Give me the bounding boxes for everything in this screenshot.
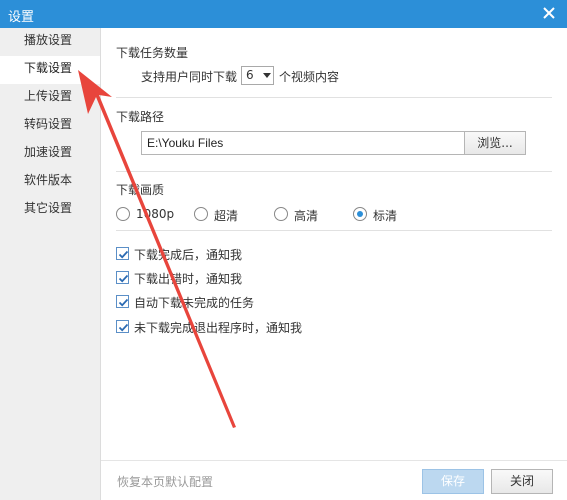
- checkbox-label: 自动下载未完成的任务: [134, 296, 255, 310]
- download-path-title: 下载路径: [116, 110, 165, 124]
- sidebar-item-label: 加速设置: [24, 145, 73, 159]
- download-quality-title: 下载画质: [116, 183, 165, 197]
- window-title: 设置: [8, 10, 35, 25]
- save-button[interactable]: 保存: [422, 469, 484, 494]
- sidebar-item-upload[interactable]: 上传设置: [0, 84, 100, 112]
- checkbox-checked-icon: [116, 271, 129, 284]
- radio-circle: [116, 207, 130, 221]
- radio-circle: [274, 207, 288, 221]
- checkbox-checked-icon: [116, 320, 129, 333]
- download-path-input[interactable]: [141, 131, 484, 155]
- radio-circle: [353, 207, 367, 221]
- restore-defaults-link[interactable]: 恢复本页默认配置: [117, 473, 213, 490]
- sidebar-item-download[interactable]: 下载设置: [0, 56, 100, 84]
- sidebar-item-label: 其它设置: [24, 201, 73, 215]
- checkbox-label: 下载出错时，通知我: [134, 272, 243, 286]
- checkbox-label: 下载完成后，通知我: [134, 248, 243, 262]
- radio-label: 标清: [373, 209, 398, 223]
- sidebar-item-acceleration[interactable]: 加速设置: [0, 140, 100, 168]
- radio-label: 高清: [294, 209, 319, 223]
- checkbox-checked-icon: [116, 295, 129, 308]
- concurrent-download-select[interactable]: 6: [241, 66, 274, 85]
- radio-label: 超清: [214, 209, 239, 223]
- sidebar-item-label: 转码设置: [24, 117, 73, 131]
- sidebar-item-version[interactable]: 软件版本: [0, 168, 100, 196]
- close-button[interactable]: 关闭: [491, 469, 553, 494]
- divider: [116, 97, 552, 98]
- divider: [116, 230, 552, 231]
- concurrent-value: 6: [246, 68, 254, 82]
- title-bar: 设置: [0, 0, 567, 28]
- sidebar-item-other[interactable]: 其它设置: [0, 196, 100, 224]
- divider: [116, 171, 552, 172]
- checkbox-label: 未下载完成退出程序时，通知我: [134, 321, 303, 335]
- settings-sidebar: 播放设置 下载设置 上传设置 转码设置 加速设置 软件版本 其它设置: [0, 28, 101, 500]
- sidebar-item-transcode[interactable]: 转码设置: [0, 112, 100, 140]
- sidebar-item-label: 播放设置: [24, 33, 73, 47]
- browse-button[interactable]: 浏览...: [464, 131, 526, 155]
- task-count-title: 下载任务数量: [116, 46, 189, 60]
- sidebar-item-playback[interactable]: 播放设置: [0, 28, 100, 56]
- radio-circle: [194, 207, 208, 221]
- download-settings-panel: 下载任务数量 支持用户同时下载 6 个视频内容 下载路径 浏览... 下载画质 …: [101, 28, 567, 500]
- checkbox-checked-icon: [116, 247, 129, 260]
- concurrent-prefix: 支持用户同时下载: [141, 70, 238, 84]
- close-icon[interactable]: [539, 3, 559, 23]
- chevron-down-icon: [263, 73, 271, 78]
- sidebar-item-label: 软件版本: [24, 173, 73, 187]
- sidebar-item-label: 下载设置: [24, 61, 73, 75]
- sidebar-item-label: 上传设置: [24, 89, 73, 103]
- radio-selected-dot: [357, 211, 363, 217]
- concurrent-suffix: 个视频内容: [279, 70, 340, 84]
- radio-label: 1080p: [136, 207, 175, 221]
- footer-divider: [101, 460, 567, 461]
